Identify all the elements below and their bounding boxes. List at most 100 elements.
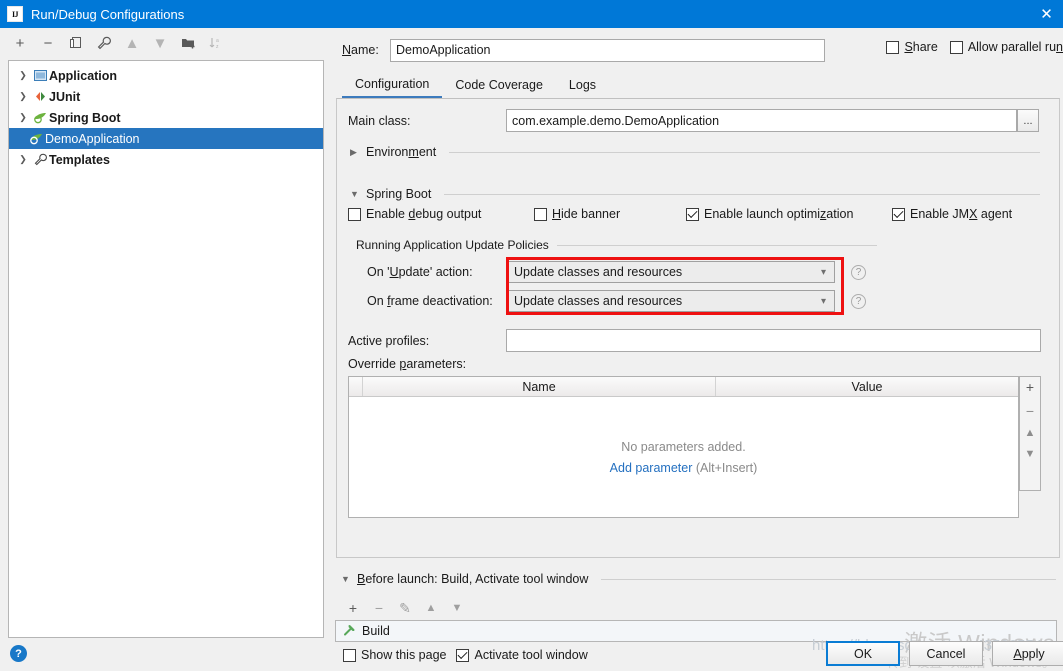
- section-divider: [601, 578, 1056, 580]
- before-launch-header[interactable]: ▼ Before launch: Build, Activate tool wi…: [341, 572, 1056, 586]
- configurations-tree[interactable]: ❯ Application ❯ JUnit ❯ Spring Boot Demo…: [8, 60, 324, 638]
- move-parameter-up-button[interactable]: ▲: [1025, 428, 1036, 439]
- table-column-name[interactable]: Name: [363, 377, 716, 396]
- checkbox-box[interactable]: [456, 648, 470, 662]
- checkbox-box[interactable]: [343, 648, 356, 662]
- update-policies-group-header: Running Application Update Policies: [356, 238, 1026, 252]
- tab-code-coverage[interactable]: Code Coverage: [442, 72, 556, 98]
- move-up-button[interactable]: ▲: [120, 32, 144, 54]
- environment-label: Environment: [366, 145, 437, 159]
- name-input[interactable]: [390, 38, 825, 62]
- folder-add-icon[interactable]: [176, 32, 200, 54]
- override-parameters-label: Override parameters:: [348, 357, 467, 371]
- show-this-page-label: Show this page: [361, 648, 447, 662]
- hide-banner-checkbox[interactable]: Hide banner: [534, 207, 686, 221]
- table-column-value[interactable]: Value: [716, 377, 1018, 396]
- header-checkbox-row: Share Allow parallel run: [886, 40, 1063, 54]
- enable-jmx-agent-checkbox[interactable]: Enable JMX agent: [892, 207, 1012, 221]
- add-parameter-row: Add parameter (Alt+Insert): [610, 461, 758, 475]
- remove-parameter-button[interactable]: −: [1026, 404, 1034, 418]
- tree-item-label: Application: [49, 68, 118, 83]
- spring-boot-section-header[interactable]: ▼ Spring Boot: [350, 187, 1040, 201]
- tree-item-label: Templates: [49, 152, 110, 167]
- checkbox-box[interactable]: [686, 207, 699, 221]
- spring-boot-label: Spring Boot: [366, 187, 432, 201]
- before-launch-label: Before launch: Build, Activate tool wind…: [357, 572, 589, 586]
- checkbox-box[interactable]: [892, 207, 905, 221]
- chevron-right-icon[interactable]: ❯: [15, 91, 31, 102]
- add-parameter-link[interactable]: Add parameter: [610, 461, 693, 475]
- on-update-action-combo[interactable]: Update classes and resources ▾: [506, 261, 835, 283]
- share-label: Share: [904, 40, 938, 54]
- junit-icon: [31, 90, 49, 103]
- chevron-right-icon[interactable]: ▶: [350, 147, 359, 158]
- move-parameter-down-button[interactable]: ▼: [1025, 449, 1036, 460]
- checkbox-box[interactable]: [949, 40, 963, 54]
- chevron-right-icon[interactable]: ❯: [15, 70, 31, 81]
- allow-parallel-run-checkbox[interactable]: Allow parallel run: [949, 40, 1063, 54]
- copy-configuration-button[interactable]: [64, 32, 88, 54]
- main-class-input[interactable]: [506, 109, 1017, 132]
- close-icon[interactable]: ✕: [1030, 0, 1063, 28]
- chevron-down-icon[interactable]: ▾: [821, 296, 830, 307]
- tree-item-label: DemoApplication: [45, 131, 140, 146]
- tree-item-label: Spring Boot: [49, 110, 121, 125]
- enable-launch-optimization-checkbox[interactable]: Enable launch optimization: [686, 207, 892, 221]
- chevron-down-icon[interactable]: ❯: [15, 112, 31, 123]
- show-this-page-checkbox[interactable]: Show this page: [343, 648, 446, 662]
- override-parameters-table[interactable]: Name Value No parameters added. Add para…: [348, 376, 1019, 518]
- intellij-logo-icon: IJ: [7, 6, 23, 22]
- environment-section-header[interactable]: ▶ Environment: [350, 145, 1040, 159]
- enable-debug-output-checkbox[interactable]: Enable debug output: [348, 207, 534, 221]
- tree-item-templates[interactable]: ❯ Templates: [9, 149, 323, 170]
- group-divider: [556, 244, 877, 246]
- move-task-down-button[interactable]: ▼: [447, 598, 467, 618]
- apply-button[interactable]: Apply: [992, 641, 1063, 666]
- active-profiles-row: Active profiles:: [348, 329, 1048, 352]
- share-checkbox[interactable]: Share: [886, 40, 938, 54]
- allow-parallel-run-label: Allow parallel run: [967, 40, 1063, 54]
- sort-az-icon[interactable]: az: [204, 32, 228, 54]
- checkbox-box[interactable]: [886, 40, 900, 54]
- active-profiles-input[interactable]: [506, 329, 1041, 352]
- configuration-editor-pane: Name: Share Allow parallel run Configura…: [333, 28, 1063, 671]
- table-column-selector: [349, 377, 363, 396]
- add-configuration-button[interactable]: +: [8, 32, 32, 54]
- checkbox-box[interactable]: [534, 207, 547, 221]
- cancel-button[interactable]: Cancel: [909, 641, 983, 666]
- move-down-button[interactable]: ▼: [148, 32, 172, 54]
- tree-item-spring-boot[interactable]: ❯ Spring Boot: [9, 107, 323, 128]
- browse-main-class-button[interactable]: ...: [1017, 109, 1039, 132]
- chevron-down-icon[interactable]: ▾: [821, 267, 830, 278]
- configuration-panel: Main class: ... ▶ Environment ▼ Spring B…: [336, 98, 1060, 558]
- tab-configuration[interactable]: Configuration: [342, 72, 443, 98]
- combo-value: Update classes and resources: [514, 294, 683, 308]
- add-task-button[interactable]: +: [343, 598, 363, 618]
- remove-configuration-button[interactable]: −: [36, 32, 60, 54]
- add-parameter-button[interactable]: +: [1026, 380, 1034, 394]
- remove-task-button[interactable]: −: [369, 598, 389, 618]
- ok-button[interactable]: OK: [826, 641, 900, 666]
- on-frame-deactivation-combo[interactable]: Update classes and resources ▾: [506, 290, 835, 312]
- activate-tool-window-checkbox[interactable]: Activate tool window: [456, 648, 588, 662]
- chevron-right-icon[interactable]: ❯: [15, 154, 31, 165]
- before-launch-bottom-checkboxes: Show this page Activate tool window: [343, 648, 588, 662]
- tree-item-demoapplication[interactable]: DemoApplication: [9, 128, 323, 149]
- before-launch-task-list[interactable]: Build: [335, 620, 1057, 642]
- on-update-action-help-icon[interactable]: ?: [851, 264, 866, 280]
- chevron-down-icon[interactable]: ▼: [341, 574, 350, 584]
- on-frame-deactivation-help-icon[interactable]: ?: [851, 293, 866, 309]
- checkbox-box[interactable]: [348, 207, 361, 221]
- chevron-down-icon[interactable]: ▼: [350, 189, 359, 199]
- section-divider: [444, 193, 1040, 195]
- build-hammer-icon: [342, 623, 356, 640]
- edit-templates-wrench-icon[interactable]: [92, 32, 116, 54]
- tree-item-junit[interactable]: ❯ JUnit: [9, 86, 323, 107]
- move-task-up-button[interactable]: ▲: [421, 598, 441, 618]
- before-launch-toolbar: + − ✎ ▲ ▼: [343, 598, 467, 618]
- help-button[interactable]: ?: [10, 645, 27, 662]
- tree-item-application[interactable]: ❯ Application: [9, 65, 323, 86]
- spring-boot-options-row: Enable debug output Hide banner Enable l…: [348, 207, 1012, 221]
- edit-task-pencil-icon[interactable]: ✎: [395, 598, 415, 618]
- tab-logs[interactable]: Logs: [556, 72, 609, 98]
